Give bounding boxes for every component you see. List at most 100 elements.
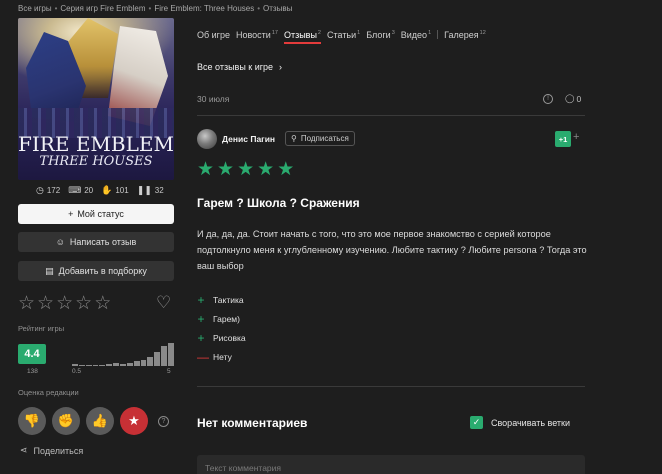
star-outline-icon[interactable]: ☆ [37, 294, 54, 313]
tab-count: 1 [357, 30, 361, 36]
breadcrumb-separator: • [257, 4, 261, 13]
all-reviews-link[interactable]: Все отзывы к игре › [197, 62, 282, 72]
pro-text: Гарем) [213, 313, 240, 324]
comments-counter[interactable]: ◯ 0 [565, 93, 581, 104]
my-status-button[interactable]: + Мой статус [18, 204, 174, 224]
tab-label: Блоги [366, 30, 391, 40]
plus-icon[interactable]: + [573, 131, 579, 143]
tab-count: 3 [391, 30, 395, 36]
stat-value: 101 [115, 186, 129, 195]
tab-label: Новости [235, 30, 271, 40]
plus-icon: + [197, 311, 205, 326]
tab-news[interactable]: Новости17 [236, 30, 278, 44]
tab-gallery[interactable]: Галерея12 [444, 30, 486, 44]
collapse-threads-label: Сворачивать ветки [491, 417, 570, 428]
tab-count: 12 [479, 30, 486, 36]
editor-badge-thumb-down-icon[interactable]: 👎 [18, 407, 46, 435]
histogram-bar [140, 360, 147, 366]
plus-icon: + [197, 330, 205, 345]
tab-count: 17 [271, 30, 278, 36]
user-search-icon: ⚲ [291, 134, 297, 143]
breadcrumb-series[interactable]: Серия игр Fire Emblem [60, 4, 145, 13]
editor-badge-thumb-up-icon[interactable]: 👍 [86, 407, 114, 435]
collapse-threads-toggle[interactable]: ✓ Сворачивать ветки [470, 416, 570, 429]
tab-about[interactable]: Об игре [197, 30, 230, 44]
star-filled-icon: ★ [277, 159, 295, 180]
game-tabs: Об игре Новости17 Отзывы2 Статьи1 Блоги3… [197, 30, 492, 44]
star-filled-icon: ★ [257, 159, 275, 180]
subscribe-label: Подписаться [300, 134, 349, 143]
comment-placeholder: Текст комментария [205, 463, 282, 473]
histogram-bar [168, 343, 174, 366]
tab-reviews[interactable]: Отзывы2 [283, 30, 322, 44]
histogram-bar [147, 357, 154, 366]
editor-badge-awesome-icon[interactable]: ★ [120, 407, 148, 435]
share-button[interactable]: ⋖ Поделиться [20, 445, 83, 456]
histogram-bar [85, 365, 92, 366]
star-outline-icon[interactable]: ☆ [75, 294, 92, 313]
pro-text: Рисовка [213, 332, 246, 343]
cover-logo-subtitle: THREE HOUSES [39, 154, 153, 169]
con-item: — Нету [197, 347, 246, 366]
histogram-max-label: 5 [167, 368, 171, 375]
pro-item: + Рисовка [197, 328, 246, 347]
pro-text: Тактика [213, 294, 244, 305]
tab-articles[interactable]: Статьи1 [327, 30, 360, 44]
histogram-bar [126, 363, 133, 366]
comment-bubble-icon: ◯ [565, 93, 575, 103]
game-cover[interactable]: FIRE EMBLEM THREE HOUSES [18, 18, 174, 180]
star-outline-icon[interactable]: ☆ [56, 294, 73, 313]
tab-count: 2 [317, 30, 321, 36]
histogram-bar [92, 365, 99, 366]
clock-icon: ◷ [36, 185, 44, 195]
histogram-bar [154, 352, 161, 366]
stat-wants[interactable]: ✋ 101 [101, 185, 129, 196]
pros-cons-list: + Тактика + Гарем) + Рисовка — Нету [197, 290, 246, 366]
tab-video[interactable]: Видео1 [401, 30, 439, 44]
stat-paused[interactable]: ❚❚ 32 [137, 185, 164, 196]
review-stars: ★ ★ ★ ★ ★ [197, 160, 294, 179]
star-outline-icon[interactable]: ☆ [94, 294, 111, 313]
review-meta: ! ◯ 0 [543, 93, 581, 104]
info-icon[interactable]: ! [543, 93, 553, 104]
star-filled-icon: ★ [217, 159, 235, 180]
stat-playing[interactable]: ⌨ 20 [68, 185, 93, 196]
author-avatar[interactable] [197, 129, 217, 149]
divider [197, 115, 585, 116]
star-outline-icon[interactable]: ☆ [18, 294, 35, 313]
editor-badge-thumb-sideways-icon[interactable]: ✊ [52, 407, 80, 435]
comment-input[interactable]: Текст комментария [197, 455, 585, 474]
histogram-min-label: 0.5 [72, 368, 82, 375]
review-date: 30 июля [197, 94, 230, 104]
editor-rating-label: Оценка редакции [18, 388, 79, 397]
tab-blogs[interactable]: Блоги3 [366, 30, 395, 44]
add-to-collection-button[interactable]: ▤ Добавить в подборку [18, 261, 174, 281]
share-label: Поделиться [33, 445, 84, 456]
tab-label: Статьи [326, 30, 357, 40]
stat-value: 20 [84, 186, 94, 195]
plus-icon: + [68, 209, 74, 219]
stat-played[interactable]: ◷ 172 [36, 185, 60, 196]
gamepad-icon: ⌨ [68, 185, 82, 195]
chevron-right-icon: › [279, 62, 283, 72]
game-rating-count: 138 [27, 368, 38, 375]
histogram-bar [133, 361, 140, 366]
subscribe-button[interactable]: ⚲ Подписаться [285, 131, 355, 146]
collection-icon: ▤ [45, 265, 54, 276]
checkbox-checked-icon[interactable]: ✓ [470, 416, 483, 429]
breadcrumb: Все игры • Серия игр Fire Emblem • Fire Embl… [18, 4, 292, 13]
help-icon[interactable]: ? [158, 415, 169, 427]
comments-count: 0 [576, 93, 582, 104]
comments-title: Нет комментариев [197, 416, 308, 430]
breadcrumb-reviews: Отзывы [263, 4, 293, 13]
write-review-button[interactable]: ☺ Написать отзыв [18, 232, 174, 252]
histogram-bar [113, 363, 120, 366]
author-name[interactable]: Денис Пагин [222, 134, 275, 144]
breadcrumb-all-games[interactable]: Все игры [18, 4, 52, 13]
heart-icon[interactable]: ♡ [156, 294, 171, 311]
write-review-label: Написать отзыв [69, 237, 137, 247]
breadcrumb-separator: • [148, 4, 152, 13]
review-body: И да, да, да. Стоит начать с того, что э… [197, 229, 587, 271]
breadcrumb-game[interactable]: Fire Emblem: Three Houses [154, 4, 254, 13]
cover-logo-title: FIRE EMBLEM [18, 132, 174, 156]
